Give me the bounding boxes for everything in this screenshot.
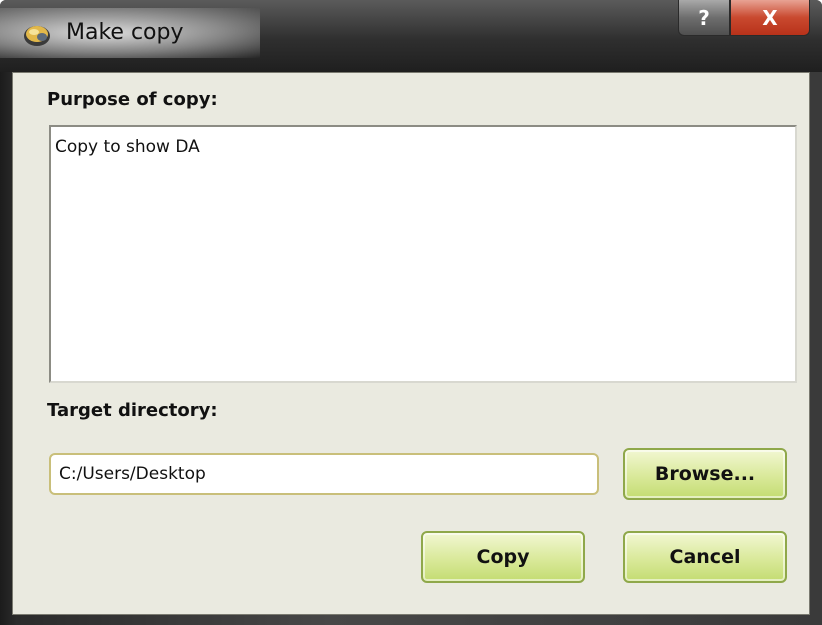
target-directory-input[interactable]: C:/Users/Desktop [49, 453, 599, 495]
caption-buttons: ? X [678, 0, 810, 36]
dialog-window: Make copy ? X Purpose of copy: Copy to s… [0, 0, 822, 625]
help-button[interactable]: ? [678, 0, 730, 36]
close-button[interactable]: X [730, 0, 810, 36]
browse-button-label: Browse... [654, 463, 756, 485]
title-bar[interactable]: Make copy ? X [0, 0, 822, 72]
purpose-label: Purpose of copy: [47, 89, 218, 110]
window-title: Make copy [66, 20, 184, 45]
browse-button[interactable]: Browse... [623, 448, 787, 500]
question-mark-icon: ? [698, 5, 710, 30]
cancel-button[interactable]: Cancel [623, 531, 787, 583]
purpose-textarea[interactable]: Copy to show DA [49, 125, 797, 383]
dialog-body: Purpose of copy: Copy to show DA Target … [12, 72, 810, 615]
cancel-button-label: Cancel [669, 546, 741, 568]
target-directory-value: C:/Users/Desktop [59, 464, 206, 484]
copy-button[interactable]: Copy [421, 531, 585, 583]
app-gear-icon [24, 26, 50, 46]
close-x-icon: X [762, 5, 778, 30]
copy-button-label: Copy [476, 546, 530, 568]
target-directory-label: Target directory: [47, 400, 218, 421]
